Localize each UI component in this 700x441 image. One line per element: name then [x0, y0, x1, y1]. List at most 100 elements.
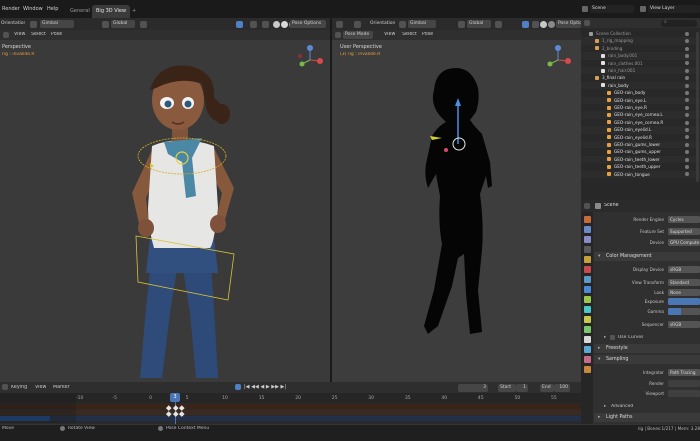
visibility-eye-icon[interactable]: [685, 46, 689, 51]
menu-render[interactable]: Render: [2, 6, 20, 12]
right-editor-icon[interactable]: [336, 20, 343, 28]
timeline-row-summary[interactable]: [0, 404, 581, 409]
left-overlay-icon[interactable]: [250, 20, 257, 28]
outliner-row[interactable]: 1_rig_mapping: [581, 37, 700, 45]
outliner-row[interactable]: GEO-rain_eye.L: [581, 96, 700, 104]
outliner-row[interactable]: 3_final rain: [581, 74, 700, 81]
outliner-editor-icon[interactable]: [584, 19, 590, 26]
visibility-eye-icon[interactable]: [685, 105, 689, 110]
scene-selector[interactable]: Scene: [590, 5, 634, 13]
menu-help[interactable]: Help: [47, 6, 58, 12]
right-pose-options-dropdown[interactable]: Pose Options: [556, 20, 581, 28]
record-icon[interactable]: [235, 384, 241, 390]
outliner-row[interactable]: rain_body.001: [581, 52, 700, 60]
right-gizmo-toggle-icon[interactable]: [522, 20, 529, 28]
end-frame-field[interactable]: 100: [554, 384, 570, 392]
outliner-row[interactable]: rain_body: [581, 81, 700, 90]
render-engine-dropdown[interactable]: Cycles: [668, 216, 700, 223]
left-gizmo-toggle-icon[interactable]: [236, 20, 243, 28]
color-management-panel-header[interactable]: Color Management: [594, 252, 700, 261]
data-tab-icon[interactable]: [584, 326, 591, 333]
light-paths-panel-header[interactable]: Light Paths: [594, 413, 700, 422]
visibility-eye-icon[interactable]: [685, 53, 689, 58]
use-curves-checkbox[interactable]: [610, 335, 615, 340]
outliner-row[interactable]: GEO-rain_tongue: [581, 170, 700, 178]
outliner-row[interactable]: GEO-rain_teeth_lower: [581, 155, 700, 164]
sequencer-dropdown[interactable]: sRGB: [668, 321, 700, 328]
right-menu-select[interactable]: Select: [402, 32, 417, 37]
outliner-row[interactable]: 2_binding: [581, 45, 700, 52]
scene-tab-icon[interactable]: [584, 256, 591, 263]
view-layer-tab-icon[interactable]: [584, 246, 591, 253]
bone-tab-icon[interactable]: [584, 336, 591, 343]
visibility-eye-icon[interactable]: [685, 120, 689, 125]
timeline-editor-icon[interactable]: [2, 384, 8, 390]
visibility-eye-icon[interactable]: [685, 90, 689, 95]
right-transform-dropdown[interactable]: Gimbal: [408, 20, 436, 28]
playback-controls[interactable]: |◀ ◀◀ ◀ ▶ ▶▶ ▶|: [244, 384, 286, 390]
outliner-row[interactable]: GEO-rain_eye_cornea.R: [581, 119, 700, 126]
tool-tab-icon[interactable]: [584, 216, 591, 223]
outliner-row[interactable]: GEO-rain_gums_lower: [581, 141, 700, 149]
gamma-slider[interactable]: [668, 308, 700, 315]
right-overlay-icon[interactable]: [532, 20, 539, 28]
freestyle-panel-header[interactable]: Freestyle: [594, 344, 700, 353]
material-tab-icon[interactable]: [584, 356, 591, 363]
left-pivot-dropdown[interactable]: Global: [111, 20, 135, 28]
outliner-scrollbar[interactable]: [696, 32, 699, 182]
right-editor-type-icon[interactable]: [335, 31, 341, 38]
visibility-eye-icon[interactable]: [685, 164, 689, 169]
left-transform-dropdown[interactable]: Gimbal: [40, 20, 74, 28]
outliner-row[interactable]: GEO-rain_body: [581, 89, 700, 96]
outliner-row[interactable]: GEO-rain_eyelid.R: [581, 134, 700, 141]
visibility-eye-icon[interactable]: [685, 172, 689, 177]
outliner-row[interactable]: GEO-rain_eye_cornea.L: [581, 111, 700, 119]
left-shading-solid-icon[interactable]: [273, 20, 280, 28]
outliner-row[interactable]: GEO-rain_teeth_upper: [581, 163, 700, 170]
visibility-eye-icon[interactable]: [685, 31, 689, 36]
left-pose-options-dropdown[interactable]: Pose Options: [290, 20, 326, 28]
view-layer-selector[interactable]: View Layer: [648, 5, 700, 13]
character-model[interactable]: [110, 58, 260, 380]
outliner-row[interactable]: GEO-rain_gums_upper: [581, 148, 700, 155]
current-frame-field[interactable]: 3: [458, 384, 488, 392]
timeline-menu-keying[interactable]: Keying: [11, 385, 27, 390]
advanced-expand-icon[interactable]: ▸: [604, 404, 606, 409]
add-workspace-button[interactable]: +: [128, 5, 140, 18]
visibility-eye-icon[interactable]: [685, 61, 689, 66]
left-editor-type-icon[interactable]: [3, 31, 9, 38]
visibility-eye-icon[interactable]: [685, 113, 689, 118]
physics-tab-icon[interactable]: [584, 306, 591, 313]
timeline-menu-view[interactable]: View: [35, 385, 46, 390]
tab-general[interactable]: General: [66, 5, 94, 18]
left-snap-icon[interactable]: [140, 20, 147, 28]
right-navigation-gizmo[interactable]: [542, 44, 578, 72]
visibility-eye-icon[interactable]: [685, 39, 689, 44]
right-mode-dropdown[interactable]: Pose Mode: [343, 31, 373, 39]
object-tab-icon[interactable]: [584, 276, 591, 283]
particles-tab-icon[interactable]: [584, 296, 591, 303]
world-tab-icon[interactable]: [584, 266, 591, 273]
right-shading-rendered-icon[interactable]: [548, 20, 555, 28]
view-transform-dropdown[interactable]: Standard: [668, 279, 700, 286]
visibility-eye-icon[interactable]: [685, 98, 689, 103]
timeline-row-action[interactable]: [0, 416, 581, 421]
timeline-menu-marker[interactable]: Marker: [53, 385, 70, 390]
use-curves-expand-icon[interactable]: ▸: [604, 335, 606, 340]
device-dropdown[interactable]: GPU Compute: [668, 239, 700, 246]
render-samples-field[interactable]: [668, 380, 700, 387]
menu-window[interactable]: Window: [23, 6, 43, 12]
left-menu-select[interactable]: Select: [31, 32, 46, 37]
right-move-icon[interactable]: [354, 20, 361, 28]
outliner-row[interactable]: rain_hair.001: [581, 67, 700, 75]
constraints-tab-icon[interactable]: [584, 316, 591, 323]
visibility-eye-icon[interactable]: [685, 150, 689, 155]
feature-set-dropdown[interactable]: Supported: [668, 228, 700, 235]
start-frame-field[interactable]: 1: [516, 384, 528, 392]
character-silhouette[interactable]: [412, 64, 512, 354]
playhead[interactable]: 3: [170, 393, 180, 402]
texture-tab-icon[interactable]: [584, 366, 591, 373]
left-menu-pose[interactable]: Pose: [51, 32, 62, 37]
visibility-eye-icon[interactable]: [685, 68, 689, 73]
output-tab-icon[interactable]: [584, 236, 591, 243]
